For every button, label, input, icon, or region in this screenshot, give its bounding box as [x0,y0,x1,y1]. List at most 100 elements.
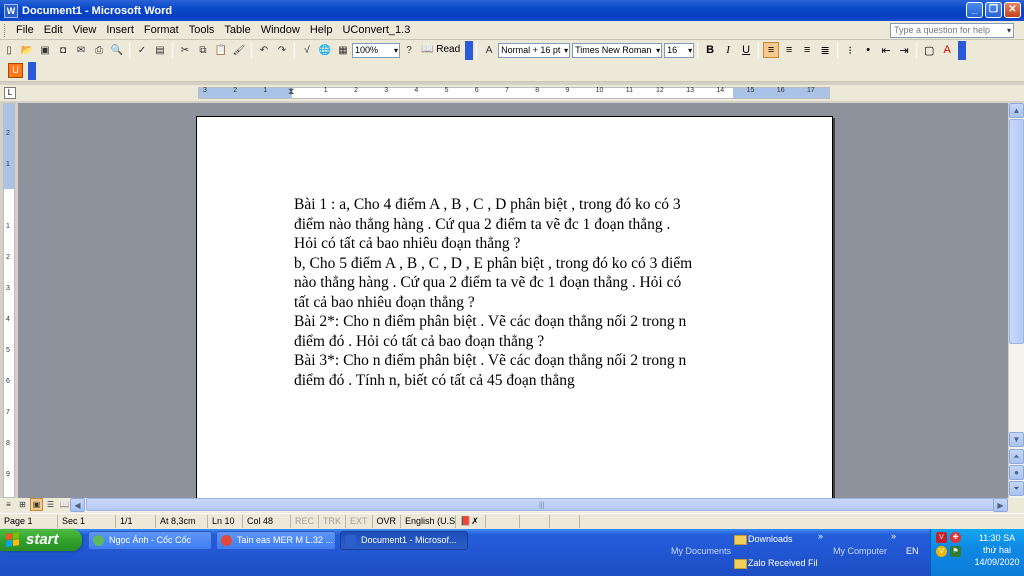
start-button[interactable]: start [0,529,82,551]
shield-icon[interactable]: ✚ [950,532,961,543]
increase-indent-icon[interactable]: ⇥ [896,42,912,58]
chevron-down-icon[interactable]: ▾ [1007,24,1011,37]
undo-icon[interactable]: ↶ [256,42,272,58]
uconvert-icon[interactable]: U [8,63,23,78]
tab-selector[interactable]: L [4,87,16,99]
border-icon[interactable]: ▢ [921,42,937,58]
my-computer-link[interactable]: My Computer [833,546,887,556]
numbering-icon[interactable]: ⁝ [842,42,858,58]
indent-marker[interactable]: ⧗ [288,86,294,97]
hyperlink-icon[interactable]: 🌐 [317,42,333,58]
select-browse-object-button[interactable]: ● [1009,465,1024,480]
document-line[interactable]: Bài 3*: Cho n điểm phân biệt . Vẽ các đo… [294,351,754,371]
scroll-left-button[interactable]: ◀ [70,498,85,512]
permission-icon[interactable]: ◘ [55,42,71,58]
table-icon[interactable]: ▦ [335,42,351,58]
italic-button[interactable]: I [720,42,736,58]
bullets-icon[interactable]: • [860,42,876,58]
scroll-right-button[interactable]: ▶ [993,498,1008,512]
chevron-right-icon[interactable]: » [818,531,823,541]
document-line[interactable]: b, Cho 5 điểm A , B , C , D , E phân biệ… [294,254,754,274]
horizontal-scrollbar[interactable]: ◀ ||| ▶ [70,498,1008,512]
menu-help[interactable]: Help [305,22,338,39]
horizontal-scroll-thumb[interactable]: ||| [86,498,994,511]
style-select[interactable]: Normal + 16 pt ▾ [498,42,571,58]
menu-table[interactable]: Table [219,22,255,39]
scroll-up-button[interactable]: ▲ [1009,103,1024,118]
document-body[interactable]: Bài 1 : a, Cho 4 điểm A , B , C , D phân… [294,195,754,390]
menu-file[interactable]: File [11,22,39,39]
document-line[interactable]: điểm đó . Hỏi có tất cả bao đoạn thẳng ? [294,332,754,352]
spelling-icon[interactable]: ✓ [134,42,150,58]
minimize-button[interactable]: _ [966,2,983,18]
toolbar-options-handle[interactable] [28,62,36,80]
document-page[interactable]: Bài 1 : a, Cho 4 điểm A , B , C , D phân… [196,116,833,498]
document-line[interactable]: nào thẳng hàng . Cứ qua 2 điểm ta vẽ đc … [294,273,754,293]
align-center-button[interactable]: ≡ [781,42,797,58]
font-select[interactable]: Times New Roman ▾ [572,42,663,58]
chevron-down-icon[interactable]: ▾ [688,44,692,57]
help-icon[interactable]: ? [401,42,417,58]
document-line[interactable]: điểm đó . Tính n, biết có tất cả 45 đoạn… [294,371,754,391]
taskbar-item-word[interactable]: Document1 - Microsof... [340,531,468,550]
menu-edit[interactable]: Edit [39,22,68,39]
word-icon[interactable]: W [4,3,18,18]
menu-format[interactable]: Format [139,22,184,39]
chevron-down-icon[interactable]: ▾ [656,44,660,57]
maximize-button[interactable]: ❐ [985,2,1002,18]
equation-icon[interactable]: √ [299,42,315,58]
status-language[interactable]: English (U.S [401,515,457,528]
vertical-ruler[interactable]: 2112345678910 [3,103,15,509]
font-color-icon[interactable]: A [939,42,955,58]
status-ext[interactable]: EXT [346,515,373,528]
menu-grip[interactable] [4,23,7,37]
taskbar-item-coccoc[interactable]: Ngọc Ánh - Cốc Cốc [88,531,212,550]
print-icon[interactable]: ⎙ [91,42,107,58]
document-line[interactable]: điểm nào thẳng hàng . Cứ qua 2 điểm ta v… [294,215,754,235]
next-page-button[interactable]: ⏷ [1009,481,1024,496]
font-size-select[interactable]: 16 ▾ [664,42,695,58]
my-documents-link[interactable]: My Documents [671,546,731,556]
help-search-input[interactable]: Type a question for help ▾ [890,23,1014,38]
decrease-indent-icon[interactable]: ⇤ [878,42,894,58]
menu-insert[interactable]: Insert [101,22,139,39]
outline-view-button[interactable]: ☰ [44,498,57,511]
downloads-link[interactable]: Downloads [734,534,793,545]
copy-icon[interactable]: ⧉ [195,42,211,58]
styles-icon[interactable]: A [481,42,497,58]
chevron-right-icon[interactable]: » [891,531,896,541]
save-icon[interactable]: ▣ [37,42,53,58]
status-trk[interactable]: TRK [319,515,347,528]
menu-uconvert[interactable]: UConvert_1.3 [337,22,415,39]
toolbar-options-handle[interactable] [465,40,474,60]
document-line[interactable]: Bài 1 : a, Cho 4 điểm A , B , C , D phân… [294,195,754,215]
new-document-icon[interactable]: ▯ [1,42,17,58]
menu-tools[interactable]: Tools [184,22,220,39]
align-right-button[interactable]: ≡ [799,42,815,58]
previous-page-button[interactable]: ⏶ [1009,449,1024,464]
antivirus-icon[interactable]: V [936,532,947,543]
email-icon[interactable]: ✉ [73,42,89,58]
redo-icon[interactable]: ↷ [274,42,290,58]
horizontal-ruler[interactable]: 3 2 1 1 2 3 4 5 6 7 8 9 10 11 12 13 14 15 16 17 ⧗ [198,86,830,99]
web-layout-view-button[interactable]: ⊞ [16,498,29,511]
language-indicator[interactable]: EN [906,546,919,556]
align-left-button[interactable]: ≡ [763,42,780,58]
clock[interactable]: 11:30 SA thứ hai 14/09/2020 [971,532,1023,568]
justify-button[interactable]: ≣ [817,42,833,58]
document-line[interactable]: Bài 2*: Cho n điểm phân biệt . Vẽ các đo… [294,312,754,332]
status-rec[interactable]: REC [291,515,320,528]
menu-window[interactable]: Window [256,22,305,39]
document-line[interactable]: tất cả bao nhiêu đoạn thẳng ? [294,293,754,313]
cut-icon[interactable]: ✂ [177,42,193,58]
toolbar-options-handle[interactable] [958,40,967,60]
close-button[interactable]: ✕ [1004,2,1021,18]
scroll-down-button[interactable]: ▼ [1009,432,1024,447]
open-folder-icon[interactable]: 📂 [19,42,35,58]
document-line[interactable]: Hỏi có tất cả bao nhiêu đoạn thẳng ? [294,234,754,254]
vertical-scrollbar[interactable]: ▲ ▼ ⏶ ● ⏷ [1008,103,1024,498]
print-layout-view-button[interactable]: ▣ [30,498,43,511]
status-ovr[interactable]: OVR [373,515,402,528]
unikey-icon[interactable]: V [936,546,947,557]
read-button[interactable]: 📖 Read [418,42,463,58]
